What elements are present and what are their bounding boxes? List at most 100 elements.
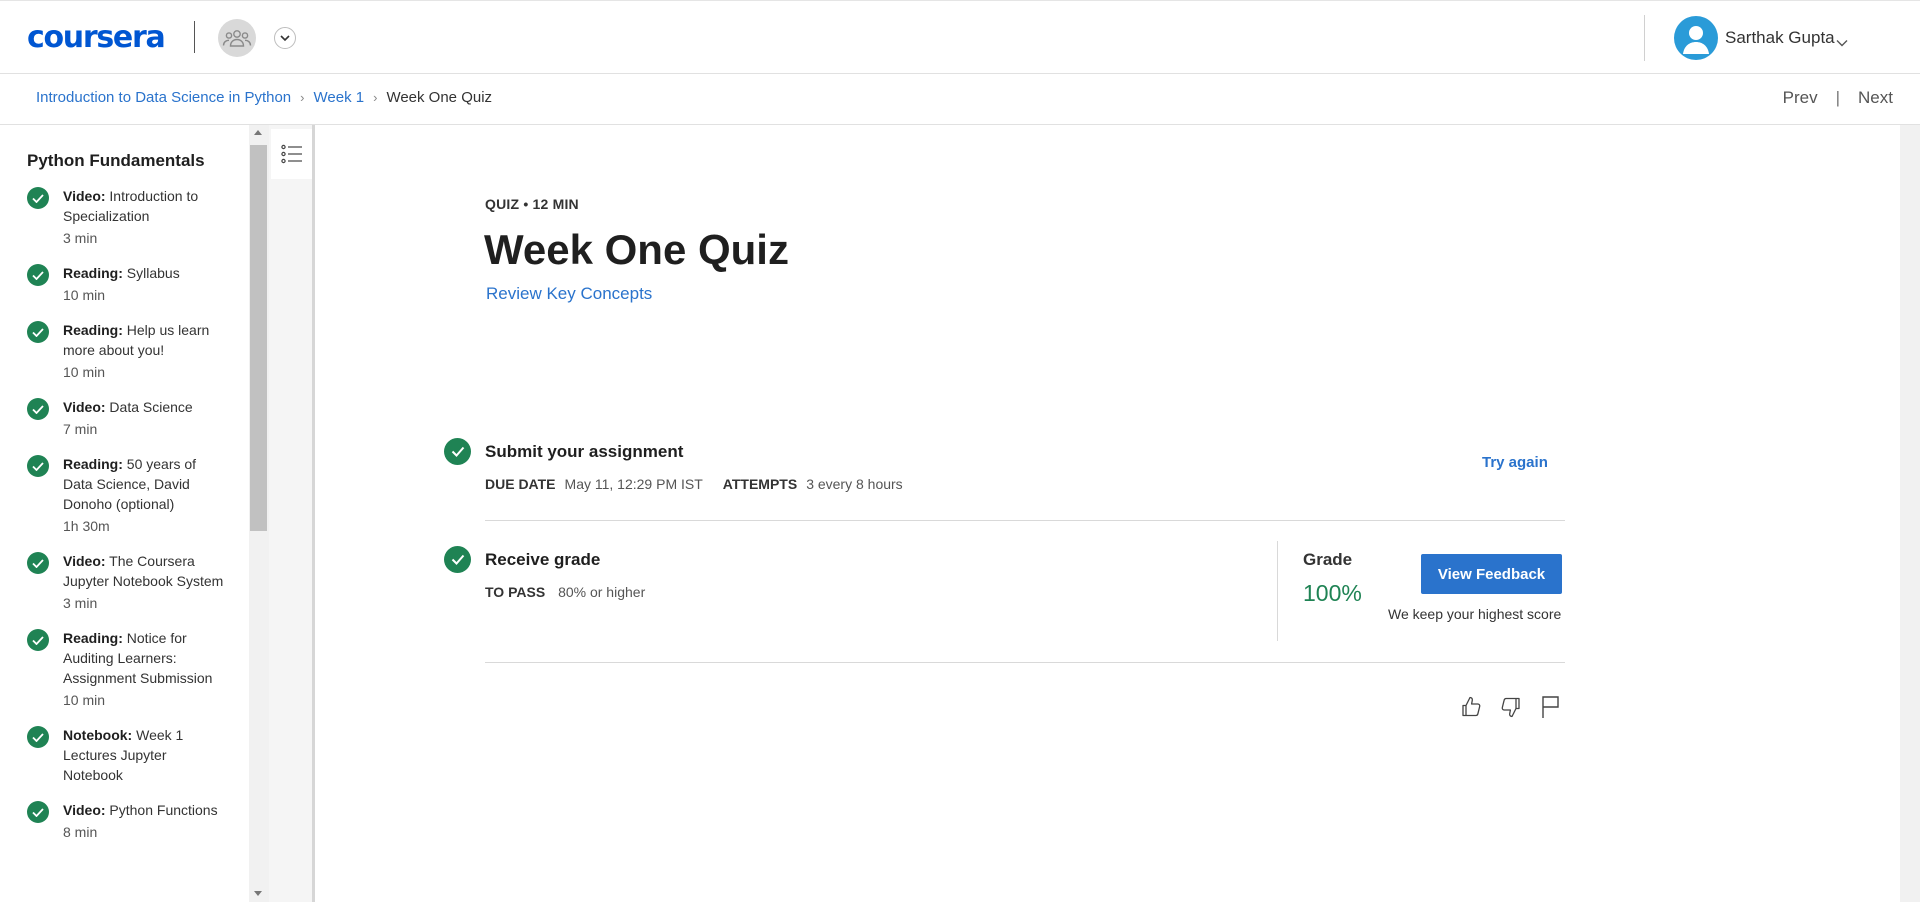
header-divider-right: [1644, 15, 1645, 61]
sidebar-toggle-column: [269, 125, 315, 902]
user-avatar-icon[interactable]: [1674, 16, 1718, 60]
sidebar-list-item[interactable]: Reading: Syllabus 10 min: [27, 263, 227, 305]
chevron-down-icon[interactable]: [274, 27, 296, 49]
receive-grade-title: Receive grade: [485, 550, 601, 569]
attempts-value: 3 every 8 hours: [806, 476, 903, 492]
sidebar-item-title: Data Science: [109, 399, 193, 415]
divider: [485, 520, 1565, 521]
coursera-logo[interactable]: coursera: [27, 20, 166, 56]
completed-check-icon: [27, 801, 49, 823]
sidebar-item-text: Video: The Coursera Jupyter Notebook Sys…: [63, 551, 227, 613]
view-feedback-button[interactable]: View Feedback: [1421, 554, 1562, 594]
breadcrumb-chevron-icon: ›: [300, 90, 305, 105]
sidebar-item-text: Reading: Syllabus 10 min: [63, 263, 180, 305]
attempts-label: ATTEMPTS: [722, 476, 798, 492]
sidebar-scroll-thumb[interactable]: [250, 145, 267, 531]
breadcrumb-week[interactable]: Week 1: [314, 89, 365, 106]
scroll-up-arrow-icon[interactable]: [254, 130, 262, 135]
highest-score-note: We keep your highest score: [1388, 606, 1562, 622]
sidebar-title: Python Fundamentals: [27, 151, 205, 170]
grade-label: Grade: [1303, 550, 1353, 569]
feedback-actions: [1456, 692, 1576, 722]
sidebar-item-title: Syllabus: [126, 265, 180, 281]
due-date-value: May 11, 12:29 PM IST: [564, 476, 703, 492]
due-date-label: DUE DATE: [485, 476, 556, 492]
sidebar-item-duration: 8 min: [63, 824, 98, 840]
sidebar-item-text: Notebook: Week 1 Lectures Jupyter Notebo…: [63, 725, 227, 785]
sidebar-list-item[interactable]: Reading: 50 years of Data Science, David…: [27, 454, 227, 536]
thumbs-up-icon[interactable]: [1456, 692, 1486, 722]
sidebar-item-text: Reading: Help us learn more about you! 10…: [63, 320, 227, 382]
completed-check-icon: [27, 552, 49, 574]
sidebar-item-kind: Reading:: [63, 456, 123, 472]
grade-complete-check-icon: [444, 546, 471, 573]
user-name[interactable]: Sarthak Gupta: [1725, 28, 1835, 48]
completed-check-icon: [27, 398, 49, 420]
sidebar-list-item[interactable]: Video: Data Science 7 min: [27, 397, 227, 439]
completed-check-icon: [27, 264, 49, 286]
sidebar-item-duration: 10 min: [63, 287, 106, 303]
to-pass-value: 80% or higher: [558, 584, 646, 600]
sidebar-item-kind: Video:: [63, 188, 106, 204]
page-title: Week One Quiz: [484, 226, 789, 273]
submit-meta: DUE DATE May 11, 12:29 PM IST ATTEMPTS 3…: [485, 476, 903, 492]
main-scrollbar[interactable]: [1900, 125, 1920, 902]
sidebar-item-text: Reading: 50 years of Data Science, David…: [63, 454, 227, 536]
prev-button[interactable]: Prev: [1783, 88, 1818, 108]
sidebar-item-duration: 1h 30m: [63, 518, 110, 534]
sidebar-list-item[interactable]: Video: The Coursera Jupyter Notebook Sys…: [27, 551, 227, 613]
sidebar-item-duration: 10 min: [63, 692, 106, 708]
sidebar-item-duration: 3 min: [63, 595, 98, 611]
course-sidebar: Python Fundamentals Video: Introduction …: [0, 125, 249, 902]
sidebar-item-kind: Reading:: [63, 630, 123, 646]
list-icon[interactable]: [271, 129, 312, 179]
completed-check-icon: [27, 455, 49, 477]
flag-icon[interactable]: [1536, 692, 1566, 722]
to-pass-label: TO PASS: [485, 584, 546, 600]
breadcrumb: Introduction to Data Science in Python ›…: [36, 89, 492, 106]
sidebar-item-list: Video: Introduction to Specialization 3 m…: [27, 186, 227, 857]
sidebar-item-duration: 3 min: [63, 230, 98, 246]
breadcrumb-bar: Introduction to Data Science in Python ›…: [0, 74, 1920, 125]
prev-next-nav: Prev | Next: [1783, 88, 1893, 108]
prev-next-separator: |: [1835, 88, 1841, 107]
team-icon[interactable]: [218, 19, 256, 57]
try-again-button[interactable]: Try again: [1482, 454, 1548, 471]
breadcrumb-course[interactable]: Introduction to Data Science in Python: [36, 89, 291, 106]
sidebar-item-kind: Video:: [63, 399, 106, 415]
sidebar-item-title: Python Functions: [109, 802, 218, 818]
to-pass-meta: TO PASS 80% or higher: [485, 584, 645, 600]
quiz-eyebrow: QUIZ • 12 MIN: [485, 196, 579, 212]
grade-value: 100%: [1303, 580, 1362, 606]
sidebar-item-duration: 7 min: [63, 421, 98, 437]
sidebar-item-kind: Reading:: [63, 265, 123, 281]
sidebar-item-kind: Video:: [63, 802, 106, 818]
sidebar-item-duration: 10 min: [63, 364, 106, 380]
sidebar-list-item[interactable]: Video: Python Functions 8 min: [27, 800, 227, 842]
thumbs-down-icon[interactable]: [1496, 692, 1526, 722]
sidebar-item-text: Video: Introduction to Specialization 3 m…: [63, 186, 227, 248]
sidebar-list-item[interactable]: Reading: Notice for Auditing Learners: A…: [27, 628, 227, 710]
sidebar-item-kind: Video:: [63, 553, 106, 569]
top-navigation-bar: coursera Sarthak Gupta: [0, 0, 1920, 74]
completed-check-icon: [27, 629, 49, 651]
scroll-down-arrow-icon[interactable]: [254, 891, 262, 896]
user-menu-chevron-icon[interactable]: [1836, 34, 1848, 52]
submit-assignment-title: Submit your assignment: [485, 442, 684, 461]
sidebar-list-item[interactable]: Notebook: Week 1 Lectures Jupyter Notebo…: [27, 725, 227, 785]
sidebar-item-kind: Notebook:: [63, 727, 133, 743]
completed-check-icon: [27, 726, 49, 748]
sidebar-scrollbar[interactable]: [249, 125, 269, 902]
sidebar-list-item[interactable]: Video: Introduction to Specialization 3 m…: [27, 186, 227, 248]
review-key-concepts-link[interactable]: Review Key Concepts: [486, 284, 652, 304]
sidebar-item-kind: Reading:: [63, 322, 123, 338]
next-button[interactable]: Next: [1858, 88, 1893, 108]
completed-check-icon: [27, 187, 49, 209]
sidebar-item-text: Reading: Notice for Auditing Learners: A…: [63, 628, 227, 710]
completed-check-icon: [27, 321, 49, 343]
sidebar-item-text: Video: Python Functions 8 min: [63, 800, 218, 842]
grade-divider: [1277, 541, 1278, 641]
header-divider: [194, 21, 195, 53]
sidebar-item-text: Video: Data Science 7 min: [63, 397, 193, 439]
sidebar-list-item[interactable]: Reading: Help us learn more about you! 10…: [27, 320, 227, 382]
